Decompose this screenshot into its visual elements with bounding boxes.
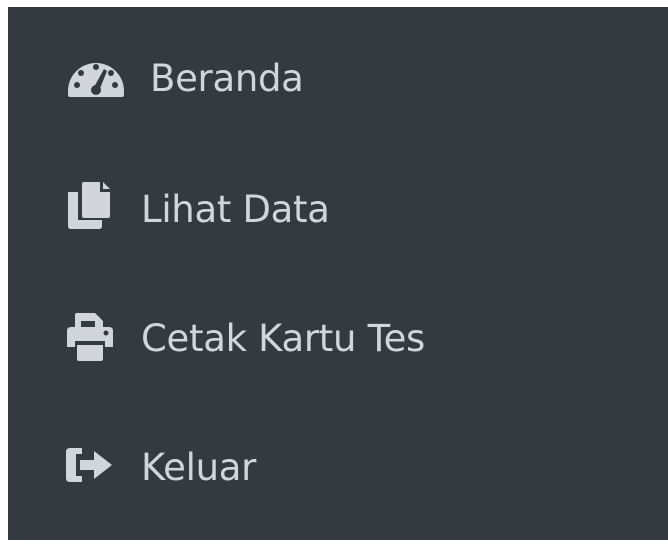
sidebar-item-cetak-kartu-tes[interactable]: Cetak Kartu Tes — [8, 289, 668, 389]
sidebar-item-label: Lihat Data — [141, 188, 330, 231]
sidebar-item-lihat-data[interactable]: Lihat Data — [8, 160, 668, 260]
printer-icon — [65, 313, 125, 361]
sidebar-item-label: Keluar — [141, 446, 256, 489]
copy-files-icon — [68, 182, 128, 229]
sidebar-item-label: Beranda — [150, 57, 304, 100]
sidebar-item-label: Cetak Kartu Tes — [141, 317, 426, 360]
sign-out-icon — [66, 446, 126, 490]
sidebar-item-keluar[interactable]: Keluar — [8, 418, 668, 518]
sidebar-item-beranda[interactable]: Beranda — [8, 29, 668, 129]
sidebar-nav: Beranda Lihat Data Cetak Kartu Tes Kelua… — [8, 7, 668, 540]
tachometer-icon — [66, 55, 126, 99]
